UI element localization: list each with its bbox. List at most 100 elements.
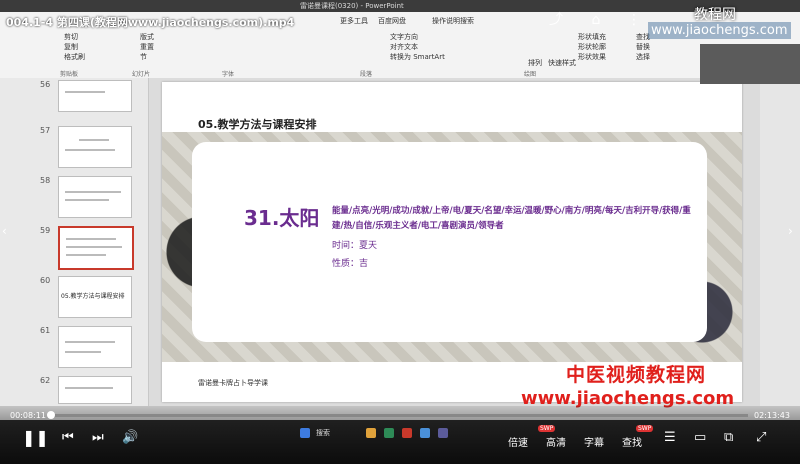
shape-effects-button[interactable]: 形状效果: [578, 52, 606, 62]
folder-icon[interactable]: [366, 428, 376, 438]
paragraph-tools: 文字方向 对齐文本 转换为 SmartArt: [390, 32, 445, 62]
window-mode-icon[interactable]: ▭: [694, 430, 706, 445]
progress-knob[interactable]: [47, 411, 55, 419]
next-arrow-icon[interactable]: ›: [788, 224, 793, 238]
slide-footer: 雷诺曼卡牌占卜导学课: [198, 379, 268, 387]
app-icon[interactable]: [420, 428, 430, 438]
shape-fill-button[interactable]: 形状填充: [578, 32, 606, 42]
volume-icon[interactable]: 🔊: [122, 430, 138, 445]
thumb-line: [79, 139, 109, 141]
group-label-font: 字体: [222, 71, 235, 78]
presenter-webcam: [700, 44, 800, 84]
smartart-button[interactable]: 转换为 SmartArt: [390, 52, 445, 62]
thumb-line: [65, 387, 113, 389]
next-icon[interactable]: ⏭: [92, 430, 104, 445]
watermark-top-url: www.jiaochengs.com: [648, 22, 791, 39]
right-scrollbar-area[interactable]: [760, 78, 800, 406]
reset-button[interactable]: 重置: [140, 42, 154, 52]
windows-taskbar: 搜索: [170, 428, 510, 442]
subtitle-button[interactable]: 字幕: [584, 434, 604, 449]
group-label-slides: 幻灯片: [132, 71, 151, 78]
windows-start-icon[interactable]: [300, 428, 310, 438]
slide-number: 61: [40, 326, 51, 335]
speed-button[interactable]: 倍速: [508, 434, 528, 449]
pause-icon[interactable]: ❚❚: [22, 428, 49, 447]
progress-track[interactable]: [48, 414, 748, 417]
group-label-paragraph: 段落: [360, 71, 373, 78]
swp-badge: SWP: [538, 425, 556, 432]
tab-search-ops[interactable]: 操作说明搜索: [432, 16, 474, 26]
watermark-bottom-cn: 中医视频教程网: [566, 364, 707, 386]
slide-thumbnail-57[interactable]: [58, 126, 132, 168]
slide-number: 57: [40, 126, 51, 135]
picture-in-picture-icon[interactable]: ⧉: [724, 430, 733, 445]
slide-thumbnail-62[interactable]: [58, 376, 132, 404]
thumb-line: [65, 149, 115, 151]
layout-button[interactable]: 版式: [140, 32, 154, 42]
swp-badge: SWP: [636, 425, 654, 432]
format-painter-button[interactable]: 格式刷: [64, 52, 85, 62]
thumb-line: [65, 351, 101, 353]
slide-number: 56: [40, 80, 51, 89]
taskbar-search[interactable]: 搜索: [316, 428, 330, 438]
slide-thumbnail-59-selected[interactable]: [58, 226, 134, 270]
tab-more-tools[interactable]: 更多工具: [340, 16, 368, 26]
thumb-line: [66, 254, 106, 256]
slide-title: 05.教学方法与课程安排: [198, 118, 317, 131]
clipboard-group: 剪切 复制 格式刷: [64, 32, 85, 62]
arrange-button[interactable]: 排列: [528, 58, 542, 68]
window-title: 雷诺曼课程(0320) - PowerPoint: [300, 2, 404, 10]
slide-thumbnail-58[interactable]: [58, 176, 132, 218]
quick-styles-button[interactable]: 快速样式: [548, 58, 576, 68]
copy-button[interactable]: 复制: [64, 42, 85, 52]
slide-number: 58: [40, 176, 51, 185]
card-keywords: 能量/点亮/光明/成功/成就/上帝/电/夏天/名望/幸运/温暖/野心/南方/明亮…: [332, 206, 691, 231]
card-nature: 性质：吉: [332, 259, 369, 269]
app-icon[interactable]: [438, 428, 448, 438]
slide-number: 62: [40, 376, 51, 385]
text-direction-button[interactable]: 文字方向: [390, 32, 445, 42]
group-label-drawing: 绘图: [524, 71, 537, 78]
thumb-line: [65, 91, 105, 93]
thumb-line: [65, 199, 109, 201]
watermark-top-cn: 教程网: [694, 7, 736, 23]
previous-icon[interactable]: ⏮: [62, 430, 74, 445]
select-button[interactable]: 选择: [636, 52, 650, 62]
slides-group: 版式 重置 节: [140, 32, 154, 62]
tab-baidu-pan[interactable]: 百度网盘: [378, 16, 406, 26]
content-card: 31.太阳 能量/点亮/光明/成功/成就/上帝/电/夏天/名望/幸运/温暖/野心…: [192, 142, 707, 342]
current-slide[interactable]: 05.教学方法与课程安排 31.太阳 能量/点亮/光明/成功/成就/上帝/电/夏…: [162, 82, 742, 402]
thumb-line: [66, 246, 122, 248]
quality-button[interactable]: 高清: [546, 434, 566, 449]
slide-thumbnail-56[interactable]: [58, 80, 132, 112]
card-title: 31.太阳: [244, 206, 320, 230]
slide-thumbnail-61[interactable]: [58, 326, 132, 368]
title-bar: 雷诺曼课程(0320) - PowerPoint: [0, 0, 800, 12]
cut-button[interactable]: 剪切: [64, 32, 85, 42]
video-title: 004.1-4 第四课(教程网www.jiaochengs.com).mp4: [6, 16, 295, 29]
slide-thumbnail-60[interactable]: 05.教学方法与课程安排: [58, 276, 132, 318]
playlist-icon[interactable]: ☰: [664, 430, 676, 445]
thumb-title: 05.教学方法与课程安排: [61, 293, 125, 300]
slide-number: 60: [40, 276, 51, 285]
previous-arrow-icon[interactable]: ‹: [2, 224, 7, 238]
fullscreen-icon[interactable]: ⤢: [756, 430, 766, 445]
section-button[interactable]: 节: [140, 52, 154, 62]
replace-button[interactable]: 替换: [636, 42, 650, 52]
browser-icon[interactable]: [384, 428, 394, 438]
search-button[interactable]: 查找: [622, 434, 642, 449]
current-time: 00:08:11: [10, 411, 46, 420]
slide-number: 59: [40, 226, 51, 235]
group-label-clipboard: 剪贴板: [60, 71, 79, 78]
more-icon[interactable]: ⋮: [626, 12, 642, 28]
thumb-line: [65, 191, 121, 193]
card-time: 时间：夏天: [332, 241, 378, 251]
pin-icon[interactable]: ⌂: [588, 12, 604, 28]
slide-thumbnail-pane[interactable]: 56 57 58 59 60 05.教学方法与课程安排 61 62: [0, 78, 149, 406]
thumb-line: [66, 238, 116, 240]
align-text-button[interactable]: 对齐文本: [390, 42, 445, 52]
powerpoint-icon[interactable]: [402, 428, 412, 438]
drawing-tools: 形状填充 形状轮廓 形状效果: [578, 32, 606, 62]
share-icon[interactable]: ⤴: [548, 12, 564, 28]
shape-outline-button[interactable]: 形状轮廓: [578, 42, 606, 52]
